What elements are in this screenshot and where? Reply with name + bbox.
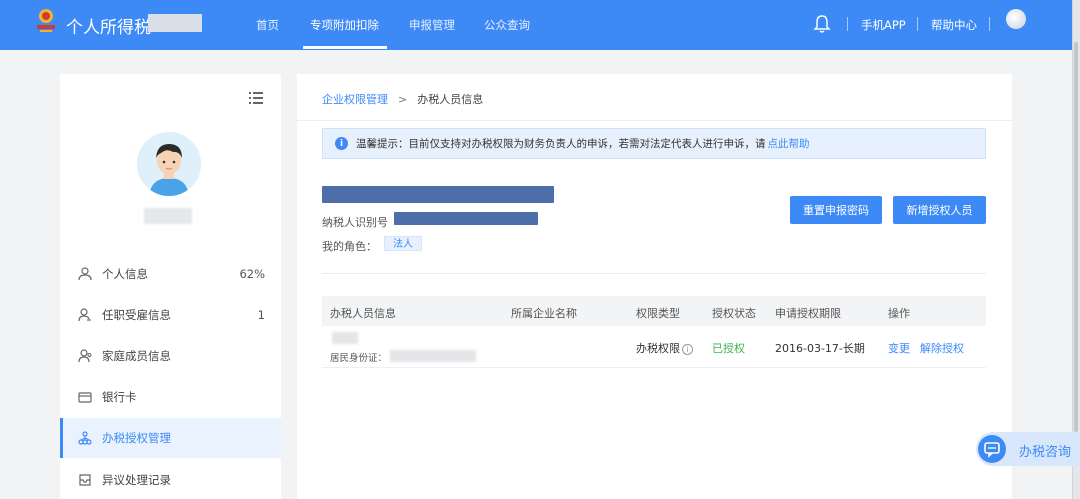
- sidebar-item-employment[interactable]: 任职受雇信息 1: [60, 295, 281, 335]
- chevron-right-icon: >: [398, 92, 408, 106]
- nav-special-deduction[interactable]: 专项附加扣除: [310, 17, 379, 33]
- notice-text: 温馨提示：目前仅支持对办税权限为财务负责人的申诉，若需对法定代表人进行申诉，请: [356, 138, 766, 150]
- tax-emblem-icon: [37, 9, 55, 32]
- add-authorized-button[interactable]: 新增授权人员: [893, 196, 986, 224]
- reset-password-button[interactable]: 重置申报密码: [790, 196, 882, 224]
- sidebar-item-tax-authorization[interactable]: 办税授权管理: [60, 418, 281, 458]
- column-header: 所属企业名称: [511, 307, 577, 320]
- chat-bubble-icon: [978, 435, 1006, 463]
- nav-public-query[interactable]: 公众查询: [484, 17, 530, 33]
- profile-avatar: [137, 132, 201, 196]
- inbox-icon: [79, 474, 91, 486]
- nav-home[interactable]: 首页: [256, 17, 279, 33]
- tax-id-label: 纳税人识别号: [322, 216, 388, 229]
- section-divider: [322, 273, 986, 274]
- column-header: 操作: [888, 307, 910, 320]
- auth-status: 已授权: [712, 342, 745, 355]
- sidebar-item-label: 办税授权管理: [102, 431, 171, 445]
- nav-declaration[interactable]: 申报管理: [409, 17, 455, 33]
- employment-count: 1: [257, 308, 265, 322]
- help-center-link[interactable]: 帮助中心: [931, 17, 977, 33]
- person-avatar-icon: [137, 132, 201, 196]
- main-panel: 企业权限管理 > 办税人员信息 i 温馨提示：目前仅支持对办税权限为财务负责人的…: [297, 74, 1012, 499]
- notice-help-link[interactable]: 点此帮助: [768, 136, 810, 151]
- role-label: 我的角色：: [322, 240, 377, 253]
- info-circle-icon[interactable]: i: [682, 343, 693, 355]
- bell-icon[interactable]: [813, 14, 831, 34]
- info-icon: i: [335, 137, 348, 150]
- tax-consult-widget[interactable]: 办税咨询: [976, 432, 1080, 466]
- column-header: 办税人员信息: [330, 307, 396, 320]
- divider: [917, 17, 918, 31]
- sidebar-item-label: 异议处理记录: [102, 473, 171, 487]
- sidebar-item-bank-card[interactable]: 银行卡: [60, 377, 281, 417]
- sidebar-item-label: 银行卡: [102, 390, 137, 404]
- menu-list-icon[interactable]: [249, 92, 263, 104]
- permission-type: 办税权限 i: [636, 340, 693, 356]
- title-redaction: [148, 14, 202, 32]
- mobile-app-link[interactable]: 手机APP: [861, 17, 906, 33]
- nav-active-indicator: [303, 46, 387, 49]
- revoke-authorization-link[interactable]: 解除授权: [920, 340, 964, 356]
- tax-id-redaction: [394, 212, 538, 225]
- user-avatar[interactable]: [1006, 9, 1026, 29]
- column-header: 权限类型: [636, 307, 680, 320]
- notice-banner: i 温馨提示：目前仅支持对办税权限为财务负责人的申诉，若需对法定代表人进行申诉，…: [322, 128, 986, 159]
- sidebar-item-label: 个人信息: [102, 267, 148, 281]
- bank-card-icon: [78, 392, 92, 403]
- sidebar-item-personal-info[interactable]: 个人信息 62%: [60, 254, 281, 294]
- sidebar-item-family[interactable]: 家庭成员信息: [60, 336, 281, 376]
- sidebar-item-dispute-records[interactable]: 异议处理记录: [60, 460, 281, 499]
- top-navbar: 个人所得税 首页 专项附加扣除 申报管理 公众查询 手机APP 帮助中心: [0, 0, 1072, 50]
- user-tie-icon: [78, 308, 91, 322]
- completion-percent: 62%: [239, 267, 265, 281]
- id-number-redaction: [390, 350, 476, 362]
- auth-period: 2016-03-17-长期: [775, 342, 865, 355]
- divider: [989, 17, 990, 31]
- breadcrumb-current: 办税人员信息: [417, 93, 484, 106]
- column-header: 授权状态: [712, 307, 756, 320]
- sidebar-item-label: 任职受雇信息: [102, 308, 171, 322]
- staff-name-redaction: [332, 332, 358, 344]
- id-card-label: 居民身份证：: [330, 353, 388, 364]
- breadcrumb-parent[interactable]: 企业权限管理: [322, 91, 388, 107]
- consult-label: 办税咨询: [1019, 445, 1072, 460]
- family-icon: [78, 349, 92, 363]
- table-header: 办税人员信息 所属企业名称 权限类型 授权状态 申请授权期限 操作: [322, 296, 986, 326]
- column-header: 申请授权期限: [775, 307, 841, 320]
- user-icon: [78, 267, 92, 281]
- breadcrumb: 企业权限管理 > 办税人员信息: [322, 91, 483, 107]
- role-badge: 法人: [384, 236, 422, 251]
- company-name-redaction: [322, 186, 554, 203]
- app-title: 个人所得税: [66, 18, 151, 38]
- divider: [847, 17, 848, 31]
- table-row: 居民身份证： 办税权限 i 已授权 2016-03-17-长期 变更 解除授权: [322, 326, 986, 368]
- user-name-redaction: [144, 208, 192, 224]
- change-link[interactable]: 变更: [888, 340, 910, 356]
- sidebar-item-label: 家庭成员信息: [102, 349, 171, 363]
- authorized-staff-table: 办税人员信息 所属企业名称 权限类型 授权状态 申请授权期限 操作 居民身份证：…: [322, 296, 986, 368]
- org-tree-icon: [78, 431, 92, 445]
- sidebar: 个人信息 62% 任职受雇信息 1 家庭成员信息 银行卡 办税授权管理 异议处理…: [60, 74, 281, 499]
- permission-type-text: 办税权限: [636, 342, 680, 355]
- header-divider: [297, 120, 1012, 121]
- page-scrollbar-thumb[interactable]: [1074, 42, 1078, 432]
